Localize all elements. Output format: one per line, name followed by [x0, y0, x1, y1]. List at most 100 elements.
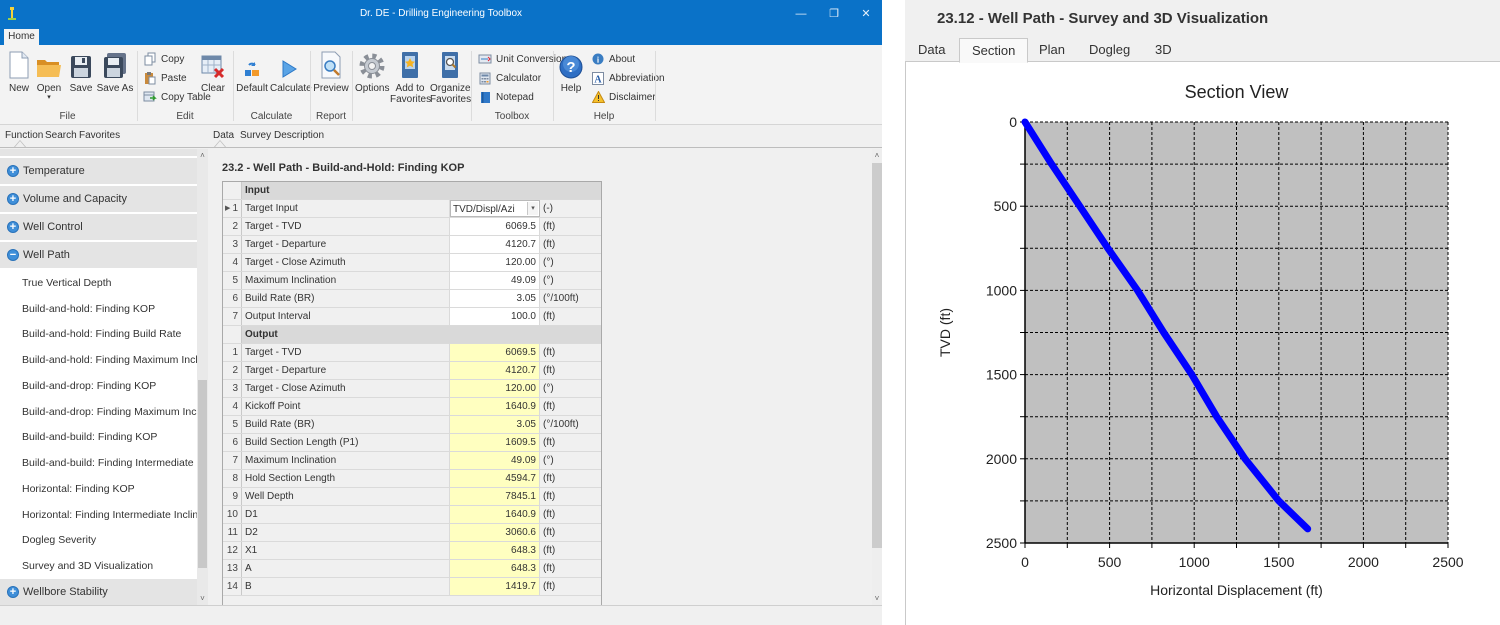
- tab-description[interactable]: Description: [274, 130, 324, 141]
- default-button[interactable]: Default: [234, 49, 270, 94]
- sidebar-item[interactable]: Build-and-hold: Finding Build Rate: [0, 321, 197, 348]
- calculator-button[interactable]: Calculator: [478, 70, 541, 86]
- tab-plan[interactable]: Plan: [1027, 38, 1077, 63]
- tab-data[interactable]: Data: [906, 38, 957, 63]
- table-row[interactable]: 5 Build Rate (BR) 3.05 (°/100ft): [223, 416, 601, 434]
- table-row[interactable]: 3 Target - Departure 4120.7 (ft): [223, 236, 601, 254]
- table-row[interactable]: 12 X1 648.3 (ft): [223, 542, 601, 560]
- tab-section[interactable]: Section: [959, 38, 1029, 63]
- table-row[interactable]: 6 Build Rate (BR) 3.05 (°/100ft): [223, 290, 601, 308]
- tab-survey[interactable]: Survey: [240, 130, 271, 141]
- calculate-button[interactable]: Calculate: [270, 49, 312, 94]
- table-row[interactable]: 7 Maximum Inclination 49.09 (°): [223, 452, 601, 470]
- table-row[interactable]: ▶ 1 Target Input TVD/Displ/Azi ▾ (-): [223, 200, 601, 218]
- sidebar-group-partial[interactable]: [0, 149, 197, 156]
- sidebar-item[interactable]: Survey and 3D Visualization: [0, 553, 197, 579]
- table-row[interactable]: 11 D2 3060.6 (ft): [223, 524, 601, 542]
- row-number-text: 13: [226, 563, 238, 574]
- sidebar-group[interactable]: + Volume and Capacity: [0, 186, 197, 212]
- sidebar-item[interactable]: Build-and-hold: Finding KOP: [0, 295, 197, 322]
- main-scroll-thumb[interactable]: [872, 163, 882, 548]
- sidebar-group[interactable]: + Temperature: [0, 158, 197, 184]
- table-row[interactable]: 1 Target - TVD 6069.5 (ft): [223, 344, 601, 362]
- sidebar-item[interactable]: Build-and-hold: Finding Maximum Inclinat…: [0, 347, 197, 373]
- help-question-icon: ?: [557, 49, 585, 79]
- sidebar-item[interactable]: Horizontal: Finding Intermediate Inclina…: [0, 501, 197, 528]
- input-value-field[interactable]: 3.05: [450, 290, 540, 307]
- organize-favorites-button[interactable]: Organize Favorites: [430, 49, 471, 105]
- sidebar-item[interactable]: Build-and-build: Finding Intermediate In…: [0, 450, 197, 476]
- row-number-text: 5: [232, 419, 238, 430]
- clear-button[interactable]: Clear: [197, 49, 229, 94]
- tab-dogleg[interactable]: Dogleg: [1077, 38, 1142, 63]
- collapse-minus-icon[interactable]: −: [7, 249, 19, 261]
- row-number: 12: [223, 542, 242, 559]
- target-input-select[interactable]: TVD/Displ/Azi ▾: [450, 200, 540, 217]
- input-value-field[interactable]: 4120.7: [450, 236, 540, 253]
- tab-3d[interactable]: 3D: [1143, 38, 1184, 63]
- table-row[interactable]: 3 Target - Close Azimuth 120.00 (°): [223, 380, 601, 398]
- paste-button[interactable]: Paste: [143, 70, 187, 86]
- calculate-play-icon: [270, 49, 308, 79]
- sidebar-group[interactable]: + Wellbore Stability: [0, 579, 197, 605]
- sidebar-group[interactable]: + Well Control: [0, 214, 197, 240]
- abbreviation-button[interactable]: A Abbreviation: [591, 70, 665, 86]
- scroll-down-icon[interactable]: ˅: [872, 594, 882, 603]
- calculator-icon: [478, 71, 492, 85]
- sidebar-item[interactable]: True Vertical Depth: [0, 270, 197, 296]
- open-button[interactable]: Open ▾: [33, 49, 65, 102]
- new-button[interactable]: New: [2, 49, 36, 94]
- table-row[interactable]: 8 Hold Section Length 4594.7 (ft): [223, 470, 601, 488]
- input-value-field[interactable]: 49.09: [450, 272, 540, 289]
- sidebar-group[interactable]: − Well Path: [0, 242, 197, 268]
- table-row[interactable]: 4 Target - Close Azimuth 120.00 (°): [223, 254, 601, 272]
- expand-plus-icon[interactable]: +: [7, 586, 19, 598]
- sidebar-item[interactable]: Build-and-drop: Finding Maximum Inclinat…: [0, 398, 197, 425]
- section-header-label: Input: [242, 182, 601, 199]
- restore-button[interactable]: ❐: [825, 6, 843, 22]
- table-row[interactable]: 6 Build Section Length (P1) 1609.5 (ft): [223, 434, 601, 452]
- table-row[interactable]: 10 D1 1640.9 (ft): [223, 506, 601, 524]
- dropdown-arrow-icon[interactable]: ▾: [527, 202, 538, 215]
- table-row[interactable]: 2 Target - TVD 6069.5 (ft): [223, 218, 601, 236]
- table-row[interactable]: 2 Target - Departure 4120.7 (ft): [223, 362, 601, 380]
- sidebar-scrollbar[interactable]: ˄ ˅: [197, 149, 208, 605]
- table-row[interactable]: 13 A 648.3 (ft): [223, 560, 601, 578]
- help-button[interactable]: ? Help: [557, 49, 585, 94]
- table-row[interactable]: 14 B 1419.7 (ft): [223, 578, 601, 596]
- table-row[interactable]: 5 Maximum Inclination 49.09 (°): [223, 272, 601, 290]
- disclaimer-button[interactable]: Disclaimer: [591, 89, 656, 105]
- main-scrollbar[interactable]: ˄ ˅: [872, 149, 882, 605]
- save-button[interactable]: Save: [66, 49, 96, 94]
- notepad-button[interactable]: Notepad: [478, 89, 534, 105]
- tab-favorites[interactable]: Favorites: [79, 130, 120, 141]
- add-to-favorites-button[interactable]: Add to Favorites: [390, 49, 431, 105]
- table-row[interactable]: 9 Well Depth 7845.1 (ft): [223, 488, 601, 506]
- minimize-button[interactable]: —: [792, 6, 810, 22]
- sidebar-item[interactable]: Dogleg Severity: [0, 527, 197, 554]
- sidebar-item[interactable]: Build-and-drop: Finding KOP: [0, 373, 197, 399]
- table-row[interactable]: 4 Kickoff Point 1640.9 (ft): [223, 398, 601, 416]
- sidebar-scroll-thumb[interactable]: [198, 380, 207, 568]
- ribbon-tab-home[interactable]: Home: [4, 29, 39, 45]
- preview-button[interactable]: Preview: [313, 49, 349, 94]
- open-dropdown-arrow-icon[interactable]: ▾: [33, 94, 65, 102]
- copy-button[interactable]: Copy: [143, 51, 184, 67]
- scroll-down-icon[interactable]: ˅: [197, 594, 208, 603]
- expand-plus-icon[interactable]: +: [7, 165, 19, 177]
- tab-search[interactable]: Search: [45, 130, 77, 141]
- table-row[interactable]: 7 Output Interval 100.0 (ft): [223, 308, 601, 326]
- about-button[interactable]: i About: [591, 51, 635, 67]
- scroll-up-icon[interactable]: ˄: [872, 151, 882, 160]
- expand-plus-icon[interactable]: +: [7, 193, 19, 205]
- input-value-field[interactable]: 100.0: [450, 308, 540, 325]
- expand-plus-icon[interactable]: +: [7, 221, 19, 233]
- close-button[interactable]: ✕: [857, 6, 875, 22]
- save-as-button[interactable]: Save As: [96, 49, 134, 94]
- input-value-field[interactable]: 6069.5: [450, 218, 540, 235]
- sidebar-item[interactable]: Horizontal: Finding KOP: [0, 476, 197, 502]
- options-button[interactable]: Options: [355, 49, 389, 94]
- scroll-up-icon[interactable]: ˄: [197, 151, 208, 160]
- input-value-field[interactable]: 120.00: [450, 254, 540, 271]
- sidebar-item[interactable]: Build-and-build: Finding KOP: [0, 424, 197, 451]
